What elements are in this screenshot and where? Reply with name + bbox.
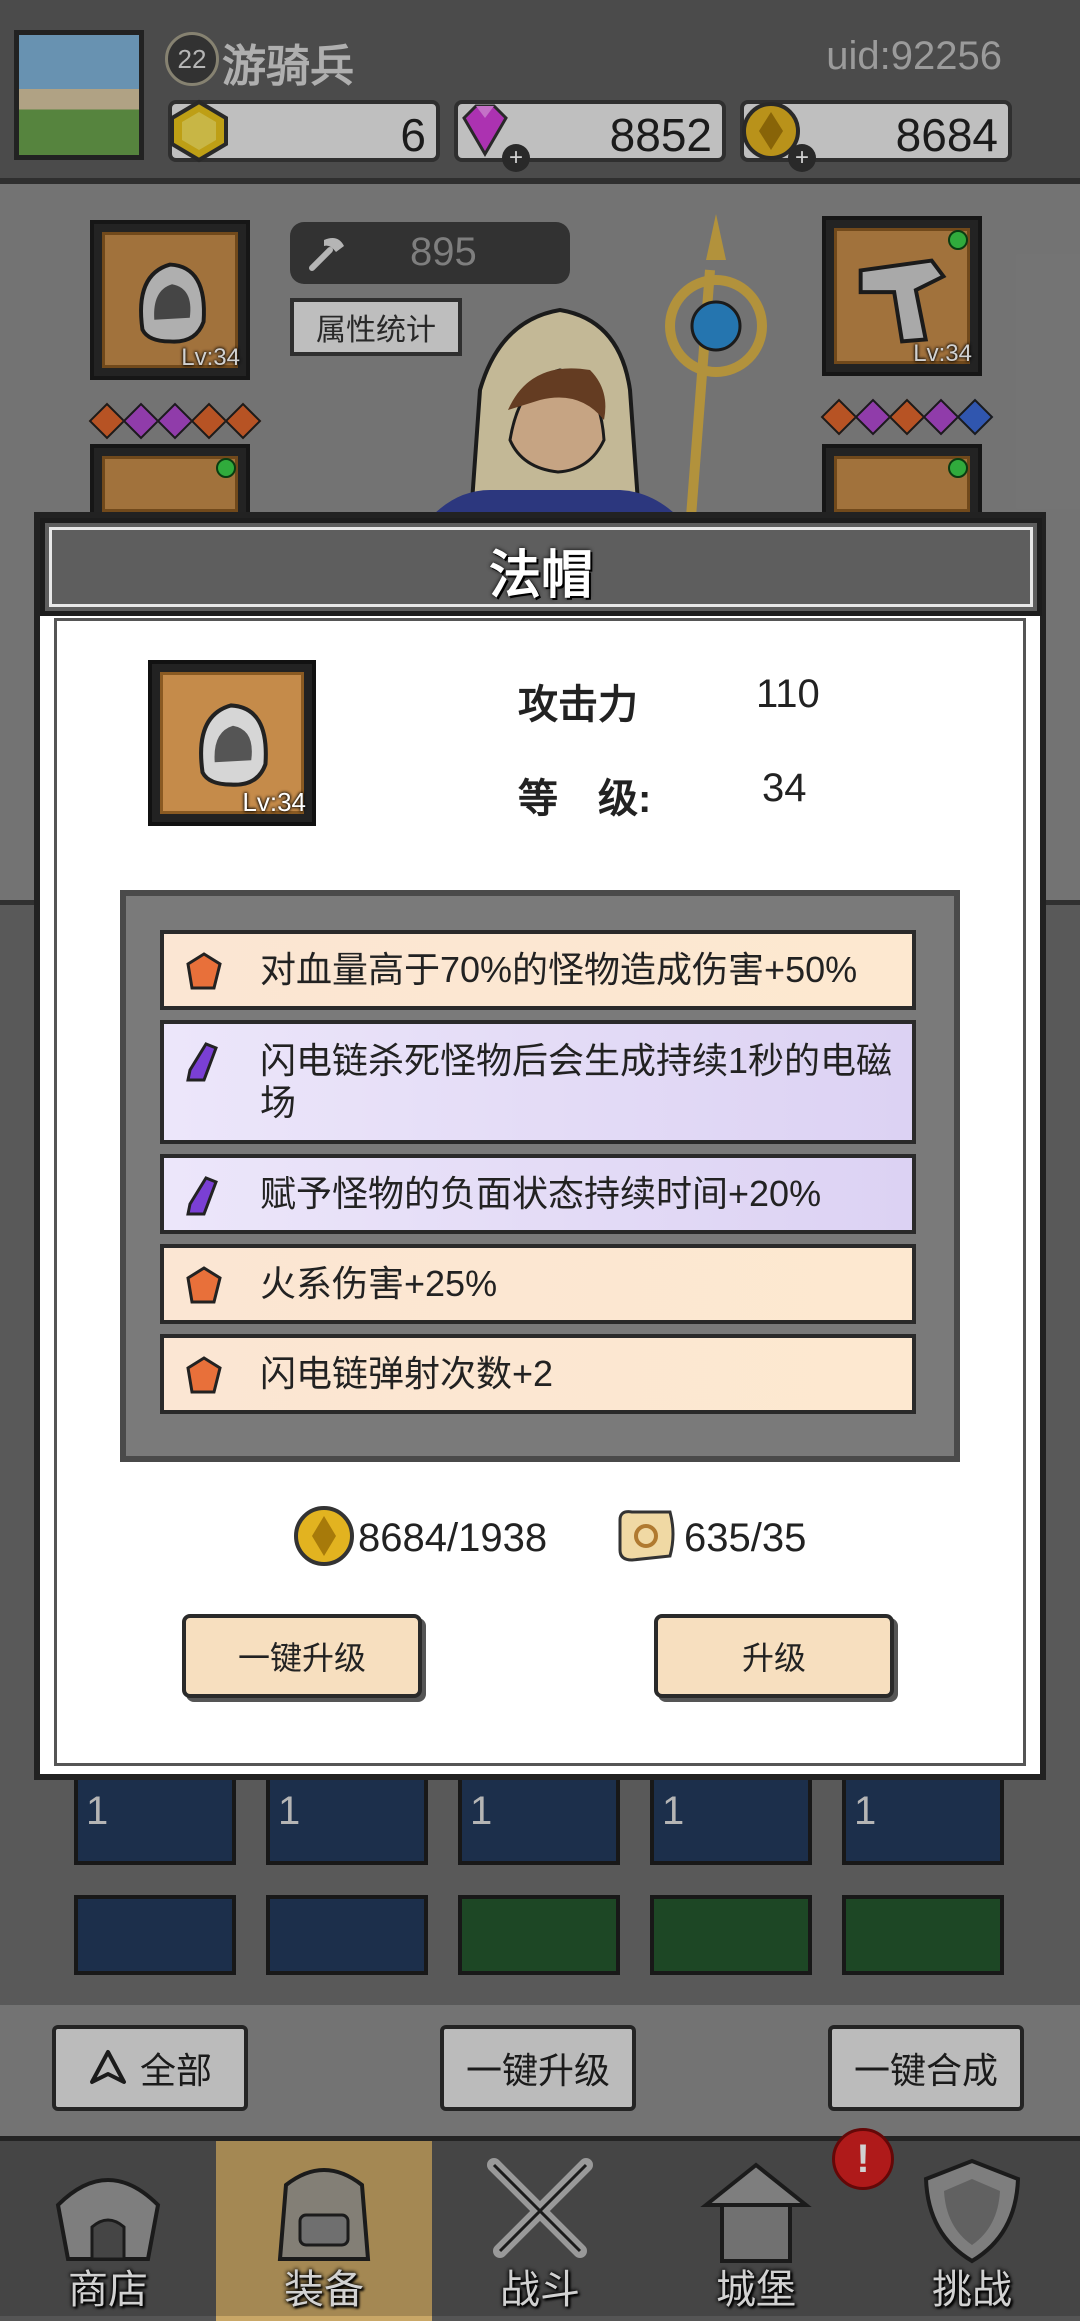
- gold-cost: 8684/1938: [358, 1516, 548, 1560]
- item-level: Lv:34: [242, 787, 306, 817]
- gold-coin-icon: [294, 1506, 354, 1566]
- orange-gem-icon: [186, 1266, 222, 1304]
- affix-row: 闪电链弹射次数+2: [160, 1334, 916, 1414]
- scroll-icon: [618, 1510, 675, 1562]
- orange-gem-icon: [186, 952, 222, 990]
- affix-text: 火系伤害+25%: [260, 1263, 498, 1304]
- modal-header: 法帽: [40, 518, 1042, 616]
- orange-gem-icon: [186, 1356, 222, 1394]
- attack-value: 110: [756, 672, 820, 716]
- item-icon-slot: Lv:34: [148, 660, 316, 826]
- affix-row: 火系伤害+25%: [160, 1244, 916, 1324]
- affix-row: 闪电链杀死怪物后会生成持续1秒的电磁场: [160, 1020, 916, 1144]
- affix-row: 对血量高于70%的怪物造成伤害+50%: [160, 930, 916, 1010]
- attack-label: 攻击力: [518, 683, 638, 727]
- purple-gem-icon: [186, 1176, 218, 1216]
- affix-row: 赋予怪物的负面状态持续时间+20%: [160, 1154, 916, 1234]
- affix-text: 闪电链杀死怪物后会生成持续1秒的电磁场: [260, 1040, 893, 1123]
- modal-title: 法帽: [488, 547, 593, 605]
- level-value: 34: [762, 766, 807, 810]
- level-label: 等 级:: [518, 777, 652, 821]
- upgrade-button[interactable]: 升级: [654, 1614, 894, 1698]
- purple-gem-icon: [186, 1042, 218, 1082]
- affix-text: 对血量高于70%的怪物造成伤害+50%: [260, 949, 858, 990]
- affix-text: 闪电链弹射次数+2: [260, 1353, 554, 1394]
- affix-text: 赋予怪物的负面状态持续时间+20%: [260, 1173, 822, 1214]
- one-click-upgrade-button[interactable]: 一键升级: [182, 1614, 422, 1698]
- scroll-cost: 635/35: [684, 1516, 807, 1560]
